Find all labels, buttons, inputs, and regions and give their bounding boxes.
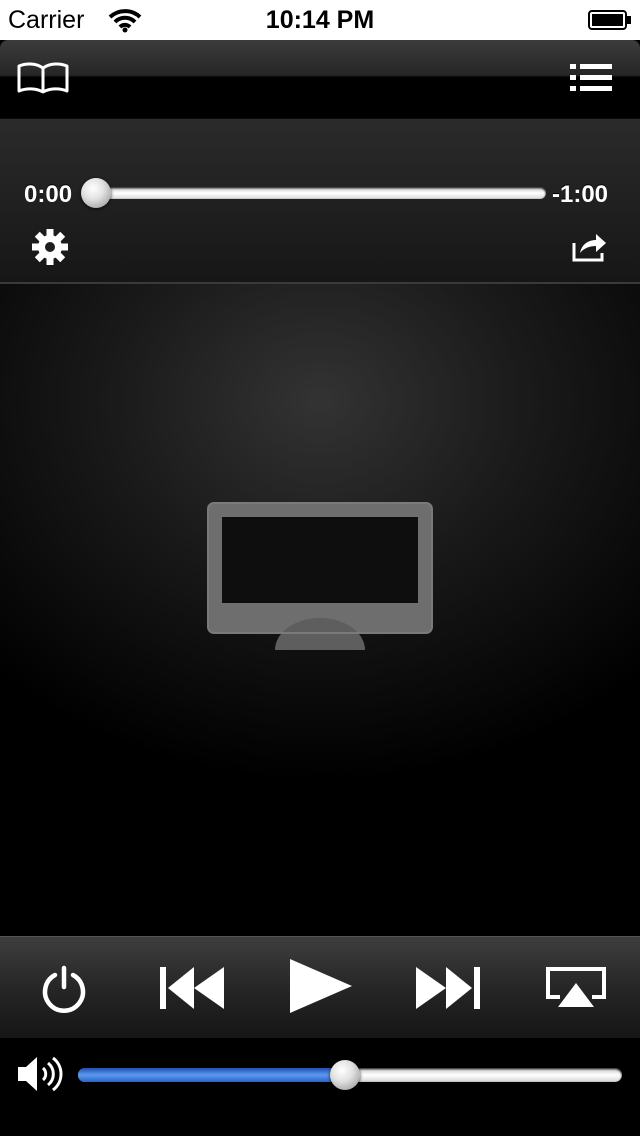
status-bar: Carrier 10:14 PM (0, 0, 640, 40)
status-time: 10:14 PM (265, 6, 375, 34)
share-icon[interactable] (570, 231, 608, 268)
skip-forward-icon[interactable] (414, 965, 482, 1016)
volume-bar (0, 1038, 640, 1136)
battery-icon (588, 10, 632, 35)
list-icon[interactable] (570, 64, 612, 97)
elapsed-time: 0:00 (24, 181, 73, 208)
playback-panel: 0:00 -1:00 (0, 118, 640, 284)
remaining-time: -1:00 (552, 181, 609, 208)
gear-icon[interactable] (32, 229, 68, 270)
transport-controls (0, 936, 640, 1039)
progress-slider[interactable] (81, 178, 546, 208)
power-icon[interactable] (40, 965, 88, 1018)
volume-slider-fill (78, 1068, 345, 1082)
book-icon[interactable] (16, 62, 70, 99)
play-icon[interactable] (288, 957, 354, 1020)
speaker-icon (16, 1052, 64, 1101)
display-icon (205, 500, 435, 665)
volume-slider-thumb[interactable] (329, 1060, 360, 1090)
navigation-bar (0, 40, 640, 118)
artwork-area (0, 284, 640, 936)
airplay-icon[interactable] (544, 965, 608, 1016)
progress-slider-thumb[interactable] (81, 178, 111, 208)
skip-back-icon[interactable] (158, 965, 226, 1016)
